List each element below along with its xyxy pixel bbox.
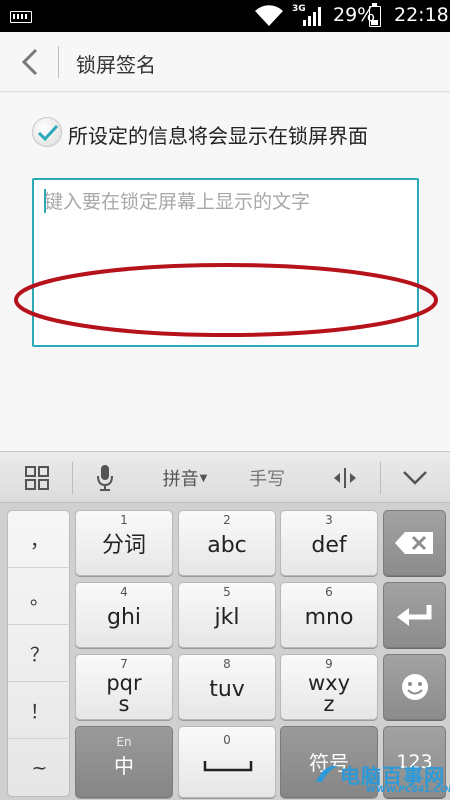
number-mode-key[interactable]: 123 <box>383 726 446 798</box>
punct-key[interactable]: ~ <box>8 739 71 796</box>
content-area: 所设定的信息将会显示在锁屏界面 <box>0 93 450 451</box>
backspace-icon <box>394 532 433 554</box>
enter-icon <box>396 605 431 626</box>
back-button[interactable] <box>10 42 50 82</box>
key-label: ghi <box>106 605 142 630</box>
chevron-left-icon <box>21 48 38 76</box>
signal-icon <box>303 7 321 26</box>
title-divider <box>58 46 59 78</box>
key-label: mno <box>304 605 354 630</box>
checkbox-label: 所设定的信息将会显示在锁屏界面 <box>68 124 368 148</box>
symbol-label: 符号 <box>309 751 349 775</box>
key-label: pqr s <box>106 671 142 716</box>
key-label: tuv <box>209 677 245 702</box>
title-bar: 锁屏签名 <box>0 32 450 92</box>
key-8[interactable]: 8 tuv <box>178 654 276 720</box>
space-key[interactable]: 0 <box>178 726 276 798</box>
signature-input[interactable] <box>34 180 417 345</box>
key-2[interactable]: 2 abc <box>178 510 276 576</box>
language-switch-key[interactable]: En 中 <box>75 726 173 798</box>
key-7[interactable]: 7 pqr s <box>75 654 173 720</box>
key-4[interactable]: 4 ghi <box>75 582 173 648</box>
key-label: def <box>311 533 347 558</box>
key-number: 1 <box>120 513 128 527</box>
key-number: 8 <box>223 657 231 671</box>
toolbar-separator <box>380 462 381 494</box>
space-icon <box>203 761 253 772</box>
grid-icon <box>25 466 49 490</box>
key-number: 4 <box>120 585 128 599</box>
smiley-icon <box>401 674 428 700</box>
battery-level <box>371 20 378 25</box>
keyboard-notification-icon <box>10 11 32 23</box>
key-label: abc <box>207 533 247 558</box>
handwriting-mode-button[interactable]: 手写 <box>236 452 298 504</box>
key-number: 0 <box>223 733 231 747</box>
lang-english-label: En <box>116 735 132 749</box>
punct-key[interactable]: ？ <box>8 625 71 682</box>
key-label: jkl <box>214 605 240 630</box>
pinyin-label: 拼音 <box>162 469 199 490</box>
page-title: 锁屏签名 <box>76 53 156 77</box>
emoji-key[interactable] <box>383 654 446 720</box>
punctuation-column[interactable]: ， 。 ？ ！ ~ <box>7 510 71 797</box>
key-3[interactable]: 3 def <box>280 510 378 576</box>
toolbar-separator <box>72 462 73 494</box>
key-label: 分词 <box>101 533 146 558</box>
enter-key[interactable] <box>383 582 446 648</box>
battery-icon <box>369 3 381 27</box>
key-number: 5 <box>223 585 231 599</box>
status-bar: 3G 29% 22:18 <box>0 0 450 32</box>
keyboard-toolbar: 拼音 ▼ 手写 <box>0 451 450 503</box>
key-1[interactable]: 1 分词 <box>75 510 173 576</box>
handwriting-label: 手写 <box>249 469 285 490</box>
symbol-key[interactable]: 符号 <box>280 726 378 798</box>
show-on-lockscreen-checkbox[interactable] <box>32 117 62 147</box>
pinyin-mode-button[interactable]: 拼音 ▼ <box>150 452 220 504</box>
key-5[interactable]: 5 jkl <box>178 582 276 648</box>
key-9[interactable]: 9 wxy z <box>280 654 378 720</box>
voice-input-button[interactable] <box>82 452 128 504</box>
hide-keyboard-button[interactable] <box>390 452 440 504</box>
signature-input-box[interactable] <box>32 178 419 347</box>
keyboard: ， 。 ？ ！ ~ 1 分词 2 abc 3 def 4 ghi 5 jkl 6… <box>0 503 450 800</box>
punct-key[interactable]: ！ <box>8 682 71 739</box>
lang-chinese-label: 中 <box>114 754 134 778</box>
clock: 22:18 <box>394 4 449 26</box>
checkmark-icon <box>37 124 59 142</box>
key-number: 3 <box>325 513 333 527</box>
wifi-icon <box>255 5 283 26</box>
backspace-key[interactable] <box>383 510 446 576</box>
cursor-move-button[interactable] <box>322 452 368 504</box>
cursor-arrows-icon <box>334 468 356 488</box>
key-number: 2 <box>223 513 231 527</box>
microphone-icon <box>97 465 113 491</box>
key-6[interactable]: 6 mno <box>280 582 378 648</box>
dropdown-arrow-icon: ▼ <box>199 472 208 484</box>
key-number: 7 <box>120 657 128 671</box>
key-number: 6 <box>325 585 333 599</box>
key-label: wxy z <box>307 671 351 716</box>
punct-key[interactable]: ， <box>8 511 71 568</box>
key-number: 9 <box>325 657 333 671</box>
text-caret <box>44 189 46 213</box>
number-mode-label: 123 <box>396 751 433 773</box>
layout-grid-button[interactable] <box>12 452 62 504</box>
chevron-down-icon <box>403 471 427 485</box>
punct-key[interactable]: 。 <box>8 568 71 625</box>
